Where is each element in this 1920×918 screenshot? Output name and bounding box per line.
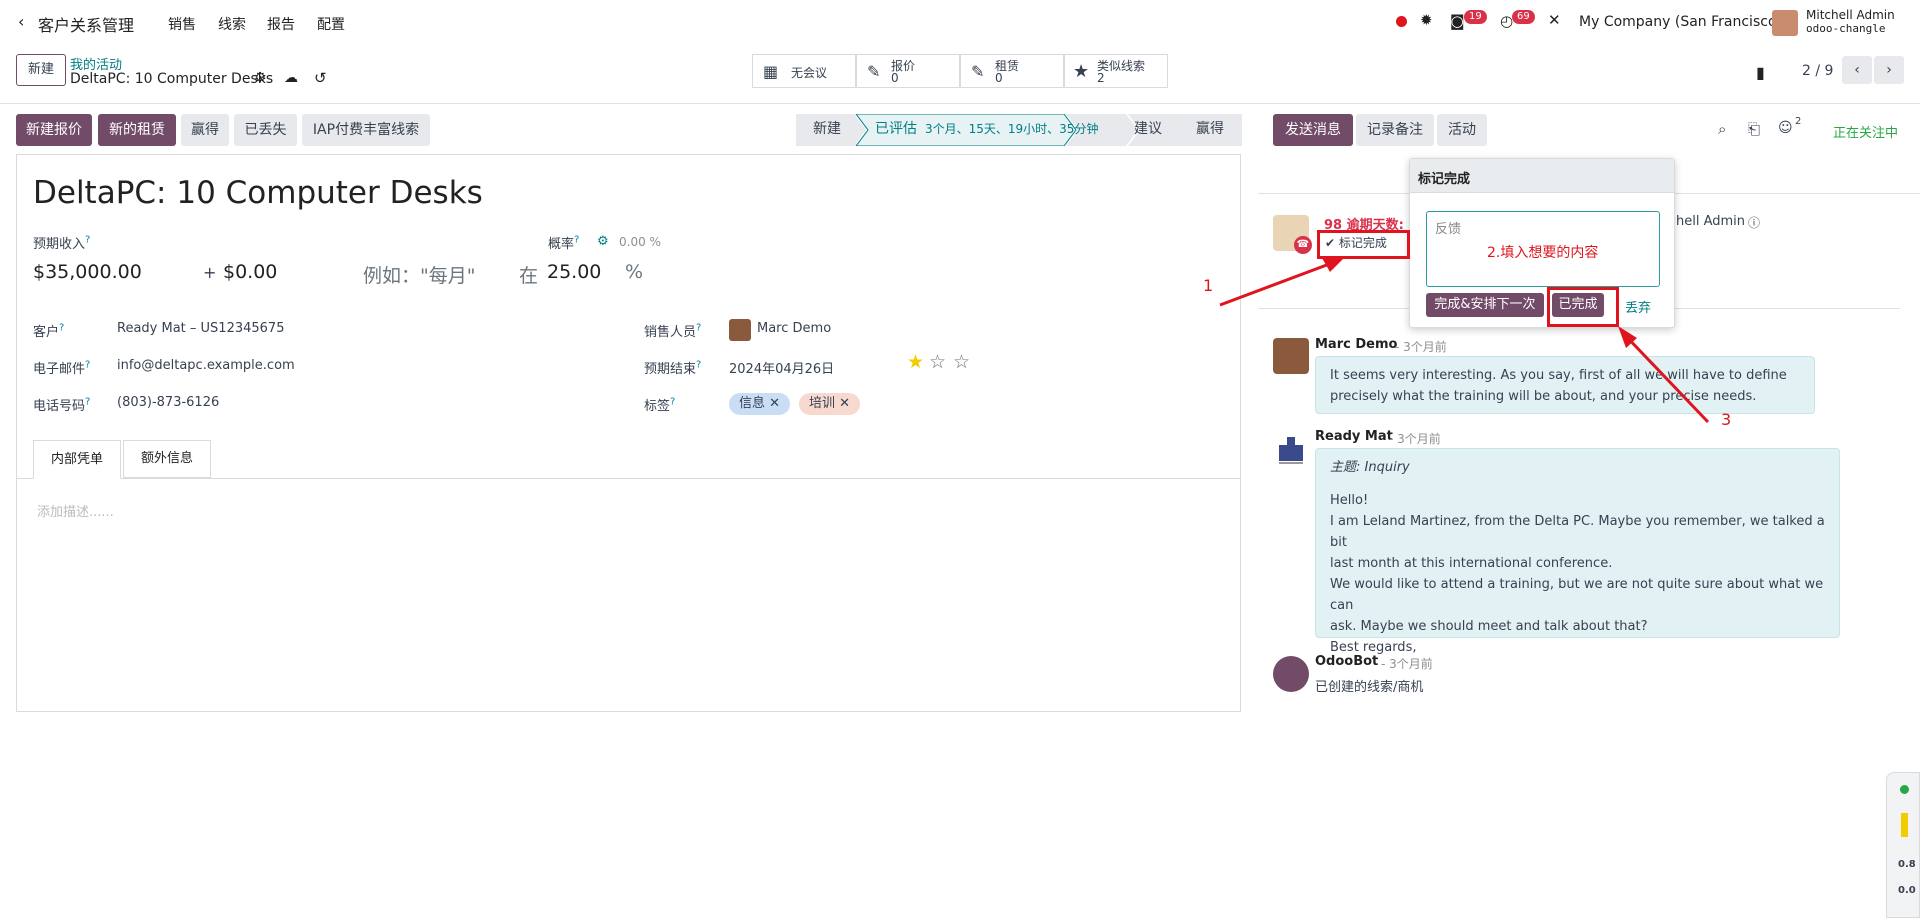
level-bar-icon xyxy=(1901,813,1908,837)
annotation-step-1: 1 xyxy=(1203,276,1214,295)
network-speed-widget: 0.8 0.0 xyxy=(1886,772,1920,918)
upload-speed: 0.8 xyxy=(1898,859,1916,870)
annotation-step-3: 3 xyxy=(1721,410,1732,429)
annotation-arrows xyxy=(1219,257,1710,424)
status-dot-icon xyxy=(1900,785,1909,794)
download-speed: 0.0 xyxy=(1898,885,1916,896)
